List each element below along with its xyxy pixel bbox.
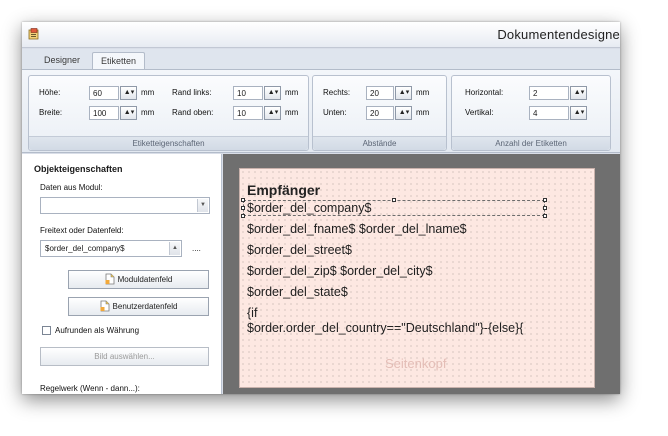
benutzerdatenfeld-label: Benutzerdatenfeld [112,302,178,312]
breite-unit: mm [141,108,155,117]
breite-input[interactable]: 100 [89,106,119,120]
horizontal-spin[interactable]: ▲▾ [570,86,587,100]
spin-up-down-icon: ▲▾ [123,89,135,96]
app-icon [28,28,39,40]
breite-label: Breite: [39,108,63,117]
field-state[interactable]: $order_del_state$ [247,285,348,299]
hoehe-input[interactable]: 60 [89,86,119,100]
resize-handle[interactable] [543,198,547,202]
freitext-input[interactable]: $order_del_company$ ▲ [40,240,182,257]
unten-unit: mm [416,108,430,117]
rand-oben-input[interactable]: 10 [233,106,263,120]
tab-bar: Designer Etiketten [22,49,620,69]
spin-up-down-icon: ▲▾ [573,89,585,96]
moduldatenfeld-button[interactable]: Moduldatenfeld [68,270,209,289]
spin-up-down-icon: ▲▾ [267,89,279,96]
field-company[interactable]: $order_del_company$ [247,201,371,215]
rand-oben-label: Rand oben: [172,108,214,117]
aufrunden-label: Aufrunden als Währung [55,326,140,335]
group-anzahl-etiketten: Horizontal: 2 ▲▾ Vertikal: 4 ▲▾ Anzahl d… [451,75,611,151]
freitext-value: $order_del_company$ [45,244,125,253]
group-caption-anzahl: Anzahl der Etiketten [452,136,610,150]
hoehe-spin[interactable]: ▲▾ [120,86,137,100]
spin-up-down-icon: ▲▾ [267,109,279,116]
benutzerdatenfeld-button[interactable]: Benutzerdatenfeld [68,297,209,316]
object-properties-panel: Objekteigenschaften Daten aus Modul: ▼ F… [22,154,222,394]
group-abstaende: Rechts: 20 ▲▾ mm Unten: 20 ▲▾ mm Abständ… [312,75,447,151]
spin-up-down-icon: ▲▾ [398,89,410,96]
spin-up-down-icon: ▲▾ [398,109,410,116]
rechts-spin[interactable]: ▲▾ [395,86,412,100]
rechts-label: Rechts: [323,88,351,97]
field-street[interactable]: $order_del_street$ [247,243,352,257]
vertikal-spin[interactable]: ▲▾ [570,106,587,120]
vertikal-input[interactable]: 4 [529,106,569,120]
freitext-label: Freitext oder Datenfeld: [40,226,124,235]
panel-title: Objekteigenschaften [34,164,123,174]
app-window: Dokumentendesigne Designer Etiketten Höh… [22,22,620,394]
resize-handle[interactable] [241,198,245,202]
rand-links-label: Rand links: [172,88,212,97]
design-area: Empfänger $order_del_company$ $order_del… [223,154,620,394]
rechts-input[interactable]: 20 [366,86,394,100]
rand-links-spin[interactable]: ▲▾ [264,86,281,100]
spin-up-down-icon: ▲▾ [573,109,585,116]
rand-oben-unit: mm [285,108,299,117]
title-bar: Dokumentendesigne [22,22,620,48]
vertikal-label: Vertikal: [465,108,494,117]
empfaenger-heading[interactable]: Empfänger [247,182,320,198]
daten-modul-label: Daten aus Modul: [40,183,103,192]
label-page[interactable]: Empfänger $order_del_company$ $order_del… [239,168,595,388]
breite-spin[interactable]: ▲▾ [120,106,137,120]
field-zip-city[interactable]: $order_del_zip$ $order_del_city$ [247,264,433,278]
spin-up-down-icon: ▲▾ [123,109,135,116]
resize-handle[interactable] [543,214,547,218]
resize-handle[interactable] [241,214,245,218]
more-button[interactable]: .... [192,244,201,253]
hoehe-unit: mm [141,88,155,97]
field-condition-country[interactable]: $order.order_del_country=="Deutschland"}… [247,321,523,335]
tab-etiketten[interactable]: Etiketten [92,52,146,69]
resize-handle[interactable] [543,206,547,210]
daten-modul-select[interactable]: ▼ [40,197,210,214]
rechts-unit: mm [416,88,430,97]
aufrunden-checkbox[interactable] [42,326,51,335]
bild-auswaehlen-button[interactable]: Bild auswählen... [40,347,209,366]
group-etiketteigenschaften: Höhe: 60 ▲▾ mm Breite: 100 ▲▾ mm Rand li… [28,75,309,151]
document-icon [105,273,115,285]
rand-links-unit: mm [285,88,299,97]
horizontal-label: Horizontal: [465,88,504,97]
moduldatenfeld-label: Moduldatenfeld [117,275,173,285]
chevron-up-icon[interactable]: ▲ [169,242,180,255]
group-caption-abstaende: Abstände [313,136,446,150]
field-condition-if[interactable]: {if [247,306,257,320]
regelwerk-label: Regelwerk (Wenn - dann...): [40,384,140,393]
window-title: Dokumentendesigne [497,27,620,42]
unten-input[interactable]: 20 [366,106,394,120]
ribbon: Höhe: 60 ▲▾ mm Breite: 100 ▲▾ mm Rand li… [22,69,620,153]
rand-oben-spin[interactable]: ▲▾ [264,106,281,120]
chevron-down-icon[interactable]: ▼ [197,199,208,212]
resize-handle[interactable] [241,206,245,210]
tab-designer[interactable]: Designer [36,52,88,69]
field-name[interactable]: $order_del_fname$ $order_del_lname$ [247,222,467,236]
unten-spin[interactable]: ▲▾ [395,106,412,120]
group-caption-etiketteigenschaften: Etiketteigenschaften [29,136,308,150]
unten-label: Unten: [323,108,347,117]
horizontal-input[interactable]: 2 [529,86,569,100]
band-label-seitenkopf: Seitenkopf [385,356,447,371]
resize-handle[interactable] [392,198,396,202]
document-icon [100,300,109,312]
rand-links-input[interactable]: 10 [233,86,263,100]
hoehe-label: Höhe: [39,88,61,97]
